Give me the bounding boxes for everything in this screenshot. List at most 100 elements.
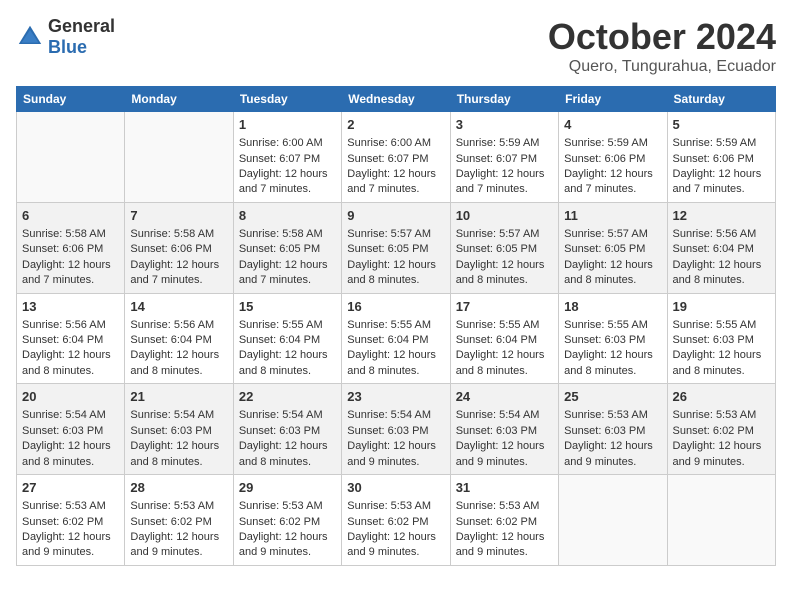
day-number: 1	[239, 116, 336, 134]
col-header-wednesday: Wednesday	[342, 87, 450, 112]
calendar-cell: 15Sunrise: 5:55 AMSunset: 6:04 PMDayligh…	[233, 293, 341, 384]
daylight-text: Daylight: 12 hours and 7 minutes.	[564, 167, 661, 198]
sunset-text: Sunset: 6:02 PM	[347, 515, 444, 530]
day-number: 27	[22, 479, 119, 497]
calendar-cell: 20Sunrise: 5:54 AMSunset: 6:03 PMDayligh…	[17, 384, 125, 475]
sunrise-text: Sunrise: 5:57 AM	[347, 227, 444, 242]
sunset-text: Sunset: 6:02 PM	[456, 515, 553, 530]
calendar-table: SundayMondayTuesdayWednesdayThursdayFrid…	[16, 86, 776, 566]
calendar-location: Quero, Tungurahua, Ecuador	[548, 58, 776, 76]
logo-blue: Blue	[48, 37, 87, 57]
sunset-text: Sunset: 6:05 PM	[347, 242, 444, 257]
sunset-text: Sunset: 6:03 PM	[456, 424, 553, 439]
calendar-header-row: SundayMondayTuesdayWednesdayThursdayFrid…	[17, 87, 776, 112]
sunset-text: Sunset: 6:07 PM	[456, 152, 553, 167]
calendar-week-row: 20Sunrise: 5:54 AMSunset: 6:03 PMDayligh…	[17, 384, 776, 475]
sunset-text: Sunset: 6:03 PM	[239, 424, 336, 439]
daylight-text: Daylight: 12 hours and 7 minutes.	[239, 167, 336, 198]
calendar-cell: 22 Sunrise: 5:54 AMSunset: 6:03 PMDayligh…	[233, 384, 341, 475]
daylight-text: Daylight: 12 hours and 8 minutes.	[130, 439, 227, 470]
calendar-cell: 24Sunrise: 5:54 AMSunset: 6:03 PMDayligh…	[450, 384, 558, 475]
sunset-text: Sunset: 6:02 PM	[673, 424, 770, 439]
day-number: 19	[673, 298, 770, 316]
calendar-title: October 2024	[548, 16, 776, 58]
sunrise-text: Sunrise: 5:54 AM	[22, 408, 119, 423]
sunrise-text: Sunrise: 5:53 AM	[456, 499, 553, 514]
day-number: 30	[347, 479, 444, 497]
daylight-text: Daylight: 12 hours and 9 minutes.	[673, 439, 770, 470]
calendar-cell	[559, 475, 667, 566]
daylight-text: Daylight: 12 hours and 8 minutes.	[564, 348, 661, 379]
day-number: 11	[564, 207, 661, 225]
logo: General Blue	[16, 16, 115, 58]
day-number: 15	[239, 298, 336, 316]
sunset-text: Sunset: 6:05 PM	[456, 242, 553, 257]
sunset-text: Sunset: 6:04 PM	[130, 333, 227, 348]
daylight-text: Daylight: 12 hours and 9 minutes.	[456, 530, 553, 561]
sunset-text: Sunset: 6:04 PM	[456, 333, 553, 348]
sunset-text: Sunset: 6:02 PM	[130, 515, 227, 530]
sunrise-text: Sunrise: 5:58 AM	[130, 227, 227, 242]
sunrise-text: Sunrise: 5:54 AM	[347, 408, 444, 423]
daylight-text: Daylight: 12 hours and 7 minutes.	[347, 167, 444, 198]
daylight-text: Daylight: 12 hours and 8 minutes.	[347, 348, 444, 379]
sunrise-text: Sunrise: 5:57 AM	[456, 227, 553, 242]
calendar-cell: 9 Sunrise: 5:57 AMSunset: 6:05 PMDaylight…	[342, 202, 450, 293]
sunset-text: Sunset: 6:03 PM	[22, 424, 119, 439]
sunset-text: Sunset: 6:06 PM	[22, 242, 119, 257]
sunrise-text: Sunrise: 5:57 AM	[564, 227, 661, 242]
logo-general: General	[48, 16, 115, 36]
daylight-text: Daylight: 12 hours and 7 minutes.	[130, 258, 227, 289]
sunrise-text: Sunrise: 5:53 AM	[347, 499, 444, 514]
daylight-text: Daylight: 12 hours and 8 minutes.	[22, 439, 119, 470]
day-number: 29	[239, 479, 336, 497]
day-number: 9	[347, 207, 444, 225]
calendar-week-row: 13Sunrise: 5:56 AMSunset: 6:04 PMDayligh…	[17, 293, 776, 384]
calendar-cell: 3Sunrise: 5:59 AMSunset: 6:07 PMDaylight…	[450, 112, 558, 203]
sunset-text: Sunset: 6:06 PM	[564, 152, 661, 167]
sunrise-text: Sunrise: 6:00 AM	[347, 136, 444, 151]
col-header-sunday: Sunday	[17, 87, 125, 112]
day-number: 22	[239, 388, 336, 406]
day-number: 16	[347, 298, 444, 316]
sunset-text: Sunset: 6:04 PM	[673, 242, 770, 257]
calendar-cell: 12Sunrise: 5:56 AMSunset: 6:04 PMDayligh…	[667, 202, 775, 293]
day-number: 24	[456, 388, 553, 406]
sunset-text: Sunset: 6:04 PM	[22, 333, 119, 348]
daylight-text: Daylight: 12 hours and 9 minutes.	[22, 530, 119, 561]
col-header-saturday: Saturday	[667, 87, 775, 112]
calendar-cell: 7Sunrise: 5:58 AMSunset: 6:06 PMDaylight…	[125, 202, 233, 293]
daylight-text: Daylight: 12 hours and 9 minutes.	[347, 530, 444, 561]
sunrise-text: Sunrise: 5:54 AM	[239, 408, 336, 423]
title-block: October 2024 Quero, Tungurahua, Ecuador	[548, 16, 776, 76]
day-number: 5	[673, 116, 770, 134]
day-number: 21	[130, 388, 227, 406]
daylight-text: Daylight: 12 hours and 8 minutes.	[347, 258, 444, 289]
daylight-text: Daylight: 12 hours and 8 minutes.	[564, 258, 661, 289]
day-number: 10	[456, 207, 553, 225]
calendar-cell: 28Sunrise: 5:53 AMSunset: 6:02 PMDayligh…	[125, 475, 233, 566]
calendar-cell: 31Sunrise: 5:53 AMSunset: 6:02 PMDayligh…	[450, 475, 558, 566]
day-number: 2	[347, 116, 444, 134]
sunset-text: Sunset: 6:03 PM	[673, 333, 770, 348]
sunset-text: Sunset: 6:06 PM	[673, 152, 770, 167]
col-header-tuesday: Tuesday	[233, 87, 341, 112]
sunset-text: Sunset: 6:07 PM	[239, 152, 336, 167]
sunset-text: Sunset: 6:05 PM	[239, 242, 336, 257]
day-number: 4	[564, 116, 661, 134]
page-header: General Blue October 2024 Quero, Tungura…	[16, 16, 776, 76]
daylight-text: Daylight: 12 hours and 9 minutes.	[456, 439, 553, 470]
daylight-text: Daylight: 12 hours and 9 minutes.	[239, 530, 336, 561]
sunrise-text: Sunrise: 5:55 AM	[673, 318, 770, 333]
sunrise-text: Sunrise: 5:54 AM	[130, 408, 227, 423]
day-number: 18	[564, 298, 661, 316]
sunrise-text: Sunrise: 5:56 AM	[673, 227, 770, 242]
calendar-cell: 4 Sunrise: 5:59 AMSunset: 6:06 PMDaylight…	[559, 112, 667, 203]
daylight-text: Daylight: 12 hours and 7 minutes.	[673, 167, 770, 198]
sunrise-text: Sunrise: 5:59 AM	[564, 136, 661, 151]
daylight-text: Daylight: 12 hours and 8 minutes.	[239, 439, 336, 470]
calendar-cell: 23Sunrise: 5:54 AMSunset: 6:03 PMDayligh…	[342, 384, 450, 475]
calendar-week-row: 1Sunrise: 6:00 AMSunset: 6:07 PMDaylight…	[17, 112, 776, 203]
sunset-text: Sunset: 6:04 PM	[347, 333, 444, 348]
day-number: 6	[22, 207, 119, 225]
